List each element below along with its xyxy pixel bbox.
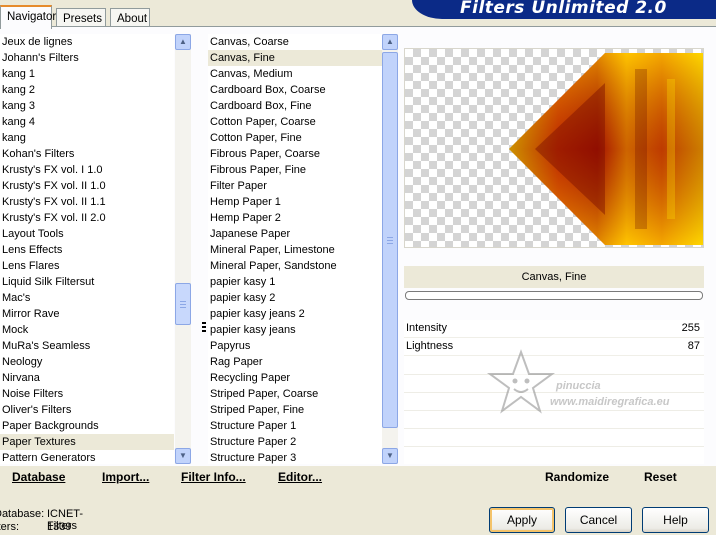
filter-list-item[interactable]: Striped Paper, Fine	[208, 402, 382, 418]
filter-list[interactable]: Canvas, Coarse Canvas, Fine Canvas, Medium…	[208, 34, 382, 464]
reset-button[interactable]: Reset	[644, 470, 677, 484]
filter-info-button[interactable]: Filter Info...	[181, 470, 246, 484]
category-list-item[interactable]: Krusty's FX vol. II 2.0	[0, 210, 174, 226]
scroll-down-arrow-icon[interactable]: ▼	[175, 448, 191, 464]
filters-count: 1339	[47, 521, 72, 533]
filter-list-item[interactable]: Canvas, Medium	[208, 66, 382, 82]
filter-list-item[interactable]: Filter Paper	[208, 178, 382, 194]
filter-list-item[interactable]: Striped Paper, Coarse	[208, 386, 382, 402]
param-row-intensity[interactable]: Intensity 255	[404, 320, 704, 338]
category-list-item[interactable]: kang	[0, 130, 174, 146]
banner-title: Filters Unlimited 2.0	[460, 0, 667, 18]
filter-list-item[interactable]: papier kasy jeans 2	[208, 306, 382, 322]
category-list-item[interactable]: MuRa's Seamless	[0, 338, 174, 354]
param-value[interactable]: 255	[682, 322, 700, 334]
filter-list-item[interactable]: Cotton Paper, Fine	[208, 130, 382, 146]
cancel-button[interactable]: Cancel	[565, 507, 632, 533]
grid-line	[404, 446, 704, 447]
filter-list-item[interactable]: Structure Paper 2	[208, 434, 382, 450]
filters-label: Filters:	[0, 521, 19, 533]
database-label: Database:	[0, 508, 45, 520]
category-list-item[interactable]: kang 1	[0, 66, 174, 82]
filter-list-item[interactable]: Rag Paper	[208, 354, 382, 370]
category-list-item[interactable]: Paper Backgrounds	[0, 418, 174, 434]
filter-list-item[interactable]: Recycling Paper	[208, 370, 382, 386]
grid-line	[404, 428, 704, 429]
filter-scrollbar[interactable]: ▲ ▼	[382, 34, 398, 464]
category-list-item[interactable]: Mac's	[0, 290, 174, 306]
filter-list-item[interactable]: Cardboard Box, Fine	[208, 98, 382, 114]
category-list-item[interactable]: Nirvana	[0, 370, 174, 386]
filter-scroll-thumb[interactable]	[382, 52, 398, 428]
watermark-name: pinuccia	[556, 380, 601, 392]
filter-preview[interactable]	[404, 48, 704, 248]
filter-list-item[interactable]: Hemp Paper 2	[208, 210, 382, 226]
action-strip: Database Import... Filter Info... Editor…	[0, 466, 716, 492]
category-list-item[interactable]: Lens Flares	[0, 258, 174, 274]
editor-button[interactable]: Editor...	[278, 470, 322, 484]
category-scroll-thumb[interactable]	[175, 283, 191, 325]
filter-list-item[interactable]: Structure Paper 1	[208, 418, 382, 434]
filter-list-item[interactable]: papier kasy 1	[208, 274, 382, 290]
category-list-item[interactable]: Layout Tools	[0, 226, 174, 242]
scroll-grip-icon	[180, 301, 186, 308]
category-list-item[interactable]: kang 4	[0, 114, 174, 130]
scroll-grip-icon	[387, 237, 393, 244]
category-list-item[interactable]: Mirror Rave	[0, 306, 174, 322]
star-logo-icon	[486, 349, 556, 414]
filter-list-item[interactable]: Japanese Paper	[208, 226, 382, 242]
filter-list-item-selected[interactable]: Canvas, Fine	[208, 50, 382, 66]
filter-list-item[interactable]: Cardboard Box, Coarse	[208, 82, 382, 98]
category-scrollbar[interactable]: ▲ ▼	[175, 34, 191, 464]
apply-button[interactable]: Apply	[489, 507, 555, 533]
category-list[interactable]: Jeux de lignes Johann's Filters kang 1 kang…	[0, 34, 174, 464]
param-name: Lightness	[406, 340, 454, 352]
category-list-item-selected[interactable]: Paper Textures	[0, 434, 174, 450]
category-list-item[interactable]: Krusty's FX vol. I 1.0	[0, 162, 174, 178]
parameter-slider[interactable]	[405, 291, 703, 300]
filter-list-item[interactable]: Fibrous Paper, Fine	[208, 162, 382, 178]
param-name: Intensity	[406, 322, 447, 334]
filter-list-item[interactable]: Mineral Paper, Sandstone	[208, 258, 382, 274]
selected-filter-name: Canvas, Fine	[404, 266, 704, 288]
filter-list-item[interactable]: Papyrus	[208, 338, 382, 354]
watermark-url: www.maidiregrafica.eu	[550, 396, 670, 408]
scroll-down-arrow-icon[interactable]: ▼	[382, 448, 398, 464]
category-list-item[interactable]: Krusty's FX vol. II 1.1	[0, 194, 174, 210]
preview-image	[509, 53, 703, 245]
filter-list-item[interactable]: Canvas, Coarse	[208, 34, 382, 50]
category-list-item[interactable]: Oliver's Filters	[0, 402, 174, 418]
filter-list-item[interactable]: Hemp Paper 1	[208, 194, 382, 210]
filter-list-item[interactable]: papier kasy jeans	[208, 322, 382, 338]
filter-list-item[interactable]: Cotton Paper, Coarse	[208, 114, 382, 130]
category-list-item[interactable]: Neology	[0, 354, 174, 370]
help-button[interactable]: Help	[642, 507, 709, 533]
category-list-item[interactable]: kang 2	[0, 82, 174, 98]
category-list-item[interactable]: Lens Effects	[0, 242, 174, 258]
category-list-item[interactable]: kang 3	[0, 98, 174, 114]
scroll-up-arrow-icon[interactable]: ▲	[175, 34, 191, 50]
category-list-item[interactable]: Krusty's FX vol. II 1.0	[0, 178, 174, 194]
watermark: pinuccia www.maidiregrafica.eu	[486, 348, 696, 418]
filter-list-item[interactable]: Structure Paper 3	[208, 450, 382, 464]
filter-list-item[interactable]: Fibrous Paper, Coarse	[208, 146, 382, 162]
tab-navigator[interactable]: Navigator	[0, 5, 56, 29]
randomize-button[interactable]: Randomize	[545, 470, 609, 484]
database-button[interactable]: Database	[12, 470, 65, 484]
category-list-item[interactable]: Pattern Generators	[0, 450, 174, 464]
filter-list-item[interactable]: papier kasy 2	[208, 290, 382, 306]
category-list-item[interactable]: Kohan's Filters	[0, 146, 174, 162]
import-button[interactable]: Import...	[102, 470, 149, 484]
filter-list-item[interactable]: Mineral Paper, Limestone	[208, 242, 382, 258]
category-list-item[interactable]: Mock	[0, 322, 174, 338]
category-list-item[interactable]: Noise Filters	[0, 386, 174, 402]
category-list-item[interactable]: Johann's Filters	[0, 50, 174, 66]
scroll-up-arrow-icon[interactable]: ▲	[382, 34, 398, 50]
category-list-item[interactable]: Jeux de lignes	[0, 34, 174, 50]
category-list-item[interactable]: Liquid Silk Filtersut	[0, 274, 174, 290]
list-marker-icon	[202, 322, 206, 334]
